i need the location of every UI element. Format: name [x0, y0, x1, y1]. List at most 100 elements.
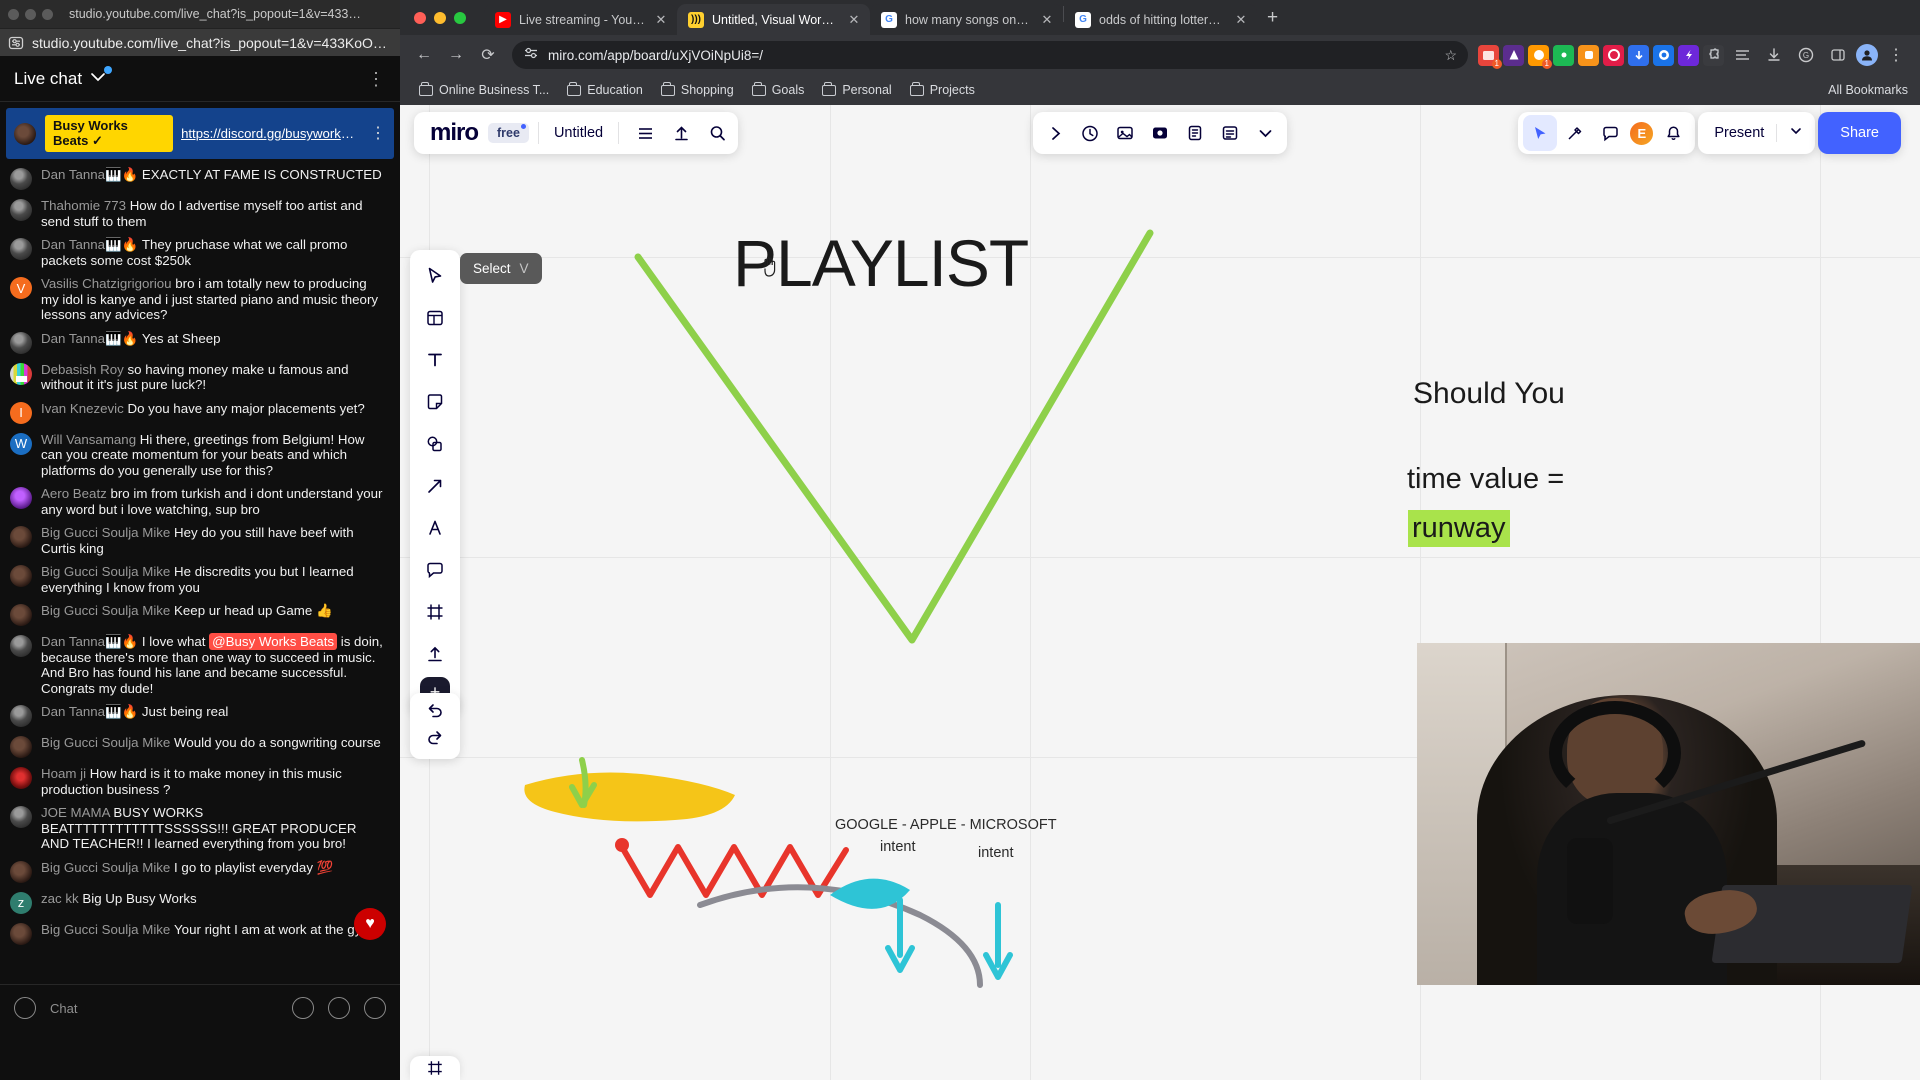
voting-icon[interactable] — [1178, 115, 1212, 151]
extension-icon-1[interactable]: 1 — [1478, 44, 1502, 69]
timer-icon[interactable] — [1073, 115, 1107, 151]
chat-message[interactable]: Big Gucci Soulja Mike He discredits you … — [0, 560, 400, 599]
chevron-right-icon[interactable] — [1038, 115, 1072, 151]
chat-message[interactable]: Dan Tanna🎹🔥 EXACTLY AT FAME IS CONSTRUCT… — [0, 163, 400, 194]
bookmark-projects[interactable]: Projects — [903, 80, 982, 100]
browser-tab-miro[interactable]: ))) Untitled, Visual Workspace fo ✕ — [677, 4, 870, 35]
extensions-puzzle-icon[interactable] — [1703, 44, 1724, 66]
chat-message-author[interactable]: Will Vansamang — [41, 432, 140, 447]
close-icon[interactable]: ✕ — [846, 12, 862, 28]
bookmark-personal[interactable]: Personal — [815, 80, 898, 100]
chat-message[interactable]: z zac kk Big Up Busy Works — [0, 887, 400, 918]
chat-message-author[interactable]: Debasish Roy — [41, 362, 127, 377]
chat-message-author[interactable]: Dan Tanna🎹🔥 — [41, 634, 142, 649]
upload-icon[interactable] — [664, 115, 698, 151]
chat-message-author[interactable]: Aero Beatz — [41, 486, 110, 501]
chat-message-author[interactable]: Big Gucci Soulja Mike — [41, 860, 174, 875]
search-icon[interactable] — [700, 115, 734, 151]
emoji-icon[interactable] — [292, 997, 314, 1019]
cursor-select-icon[interactable] — [416, 257, 454, 295]
extension-icon-6[interactable] — [1603, 44, 1624, 66]
downloads-icon[interactable] — [1760, 41, 1788, 69]
canvas-text-time-value[interactable]: time value = — [1407, 463, 1564, 496]
chat-message-author[interactable]: Thahomie 773 — [41, 198, 130, 213]
chat-message-author[interactable]: Hoam ji — [41, 766, 90, 781]
chat-message-author[interactable]: Dan Tanna🎹🔥 — [41, 237, 142, 252]
extension-icon-3[interactable]: 1 — [1528, 44, 1552, 69]
site-settings-icon[interactable] — [8, 35, 24, 51]
gif-icon[interactable] — [328, 997, 350, 1019]
chat-message[interactable]: W Will Vansamang Hi there, greetings from… — [0, 428, 400, 483]
miro-bottom-toolbar[interactable] — [410, 1056, 460, 1080]
bell-icon[interactable] — [1656, 115, 1690, 151]
site-settings-icon[interactable] — [523, 45, 539, 66]
chat-message-author[interactable]: Big Gucci Soulja Mike — [41, 564, 174, 579]
all-bookmarks-button[interactable]: All Bookmarks — [1822, 83, 1908, 97]
chat-message[interactable]: JOE MAMA BUSY WORKS BEATTTTTTTTTTTTSSSSS… — [0, 801, 400, 856]
chat-message[interactable]: Big Gucci Soulja Mike Keep ur head up Ga… — [0, 599, 400, 630]
side-panel-icon[interactable] — [1824, 41, 1852, 69]
chat-message[interactable]: Debasish Roy so having money make u famo… — [0, 358, 400, 397]
present-button[interactable]: Present — [1698, 112, 1816, 154]
comment-icon[interactable] — [416, 551, 454, 589]
profile-avatar[interactable] — [1856, 44, 1878, 66]
chat-message[interactable]: V Vasilis Chatzigrigoriou bro i am totall… — [0, 272, 400, 327]
window-close-button[interactable] — [8, 8, 19, 20]
chat-message[interactable]: Dan Tanna🎹🔥 I love what @Busy Works Beat… — [0, 630, 400, 700]
share-button[interactable]: Share — [1818, 112, 1901, 154]
extension-icon-2[interactable] — [1503, 44, 1524, 66]
canvas-text-runway[interactable]: runway — [1408, 510, 1510, 547]
upload-icon[interactable] — [416, 635, 454, 673]
chat-message[interactable]: Aero Beatz bro im from turkish and i don… — [0, 482, 400, 521]
chrome-menu-button[interactable]: ⋮ — [1882, 41, 1910, 69]
chevron-down-icon[interactable] — [1248, 115, 1282, 151]
chat-address-bar[interactable]: studio.youtube.com/live_chat?is_popout=1… — [0, 28, 400, 56]
chat-message[interactable]: Big Gucci Soulja Mike I go to playlist e… — [0, 856, 400, 887]
focus-icon[interactable] — [1143, 115, 1177, 151]
canvas-label-companies[interactable]: GOOGLE - APPLE - MICROSOFT — [835, 817, 1057, 833]
bookmark-shopping[interactable]: Shopping — [654, 80, 741, 100]
window-minimize-button[interactable] — [25, 8, 36, 20]
chat-message-author[interactable]: Vasilis Chatzigrigoriou — [41, 276, 175, 291]
redo-icon[interactable] — [425, 727, 445, 752]
board-title[interactable]: Untitled — [548, 125, 609, 141]
extension-icon-9[interactable] — [1678, 44, 1699, 66]
pinned-message-link[interactable]: https://discord.gg/busyworksbea... — [181, 126, 355, 141]
cursor-icon[interactable] — [1523, 115, 1558, 151]
bookmark-online-business[interactable]: Online Business T... — [412, 80, 556, 100]
bookmark-goals[interactable]: Goals — [745, 80, 812, 100]
forward-button[interactable]: → — [442, 41, 470, 69]
heart-reaction-button[interactable]: ♥ — [354, 908, 386, 940]
sticky-note-icon[interactable] — [416, 383, 454, 421]
new-tab-button[interactable]: + — [1257, 7, 1288, 35]
chat-message[interactable]: Thahomie 773 How do I advertise myself t… — [0, 194, 400, 233]
pinned-message-menu-button[interactable]: ⋮ — [364, 126, 386, 142]
browser-tab-youtube[interactable]: ▶ Live streaming - YouTube Stu ✕ — [484, 4, 677, 35]
arrow-icon[interactable] — [416, 467, 454, 505]
canvas-text-should-you[interactable]: Should You — [1413, 377, 1565, 411]
extension-icon-4[interactable] — [1553, 44, 1574, 66]
window-close-button[interactable] — [414, 11, 426, 24]
chat-message-list[interactable]: Busy Works Beats ✓ https://discord.gg/bu… — [0, 102, 400, 984]
chat-message-author[interactable]: Big Gucci Soulja Mike — [41, 603, 174, 618]
chevron-down-icon[interactable] — [1776, 124, 1809, 142]
canvas-label-intent-2[interactable]: intent — [978, 845, 1013, 861]
chat-message-author[interactable]: Dan Tanna🎹🔥 — [41, 167, 142, 182]
close-icon[interactable]: ✕ — [653, 12, 669, 28]
browser-tab-spotify-search[interactable]: G how many songs on spotify - ✕ — [870, 4, 1063, 35]
chat-message-author[interactable]: Ivan Knezevic — [41, 401, 127, 416]
chat-message-author[interactable]: Big Gucci Soulja Mike — [41, 735, 174, 750]
close-icon[interactable]: ✕ — [1233, 12, 1249, 28]
extension-icon-8[interactable] — [1653, 44, 1674, 66]
chevron-down-icon[interactable] — [90, 66, 113, 86]
window-maximize-button[interactable] — [454, 11, 466, 24]
frame-icon[interactable] — [1108, 115, 1142, 151]
google-account-icon[interactable]: G — [1792, 41, 1820, 69]
undo-icon[interactable] — [425, 700, 445, 725]
address-bar[interactable]: miro.com/app/board/uXjVOiNpUi8=/ ☆ — [512, 41, 1468, 69]
frame-icon[interactable] — [416, 593, 454, 631]
chat-message[interactable]: Big Gucci Soulja Mike Hey do you still h… — [0, 521, 400, 560]
extension-icon-7[interactable] — [1628, 44, 1649, 66]
chat-message[interactable]: Big Gucci Soulja Mike Your right I am at… — [0, 918, 400, 949]
back-button[interactable]: ← — [410, 41, 438, 69]
